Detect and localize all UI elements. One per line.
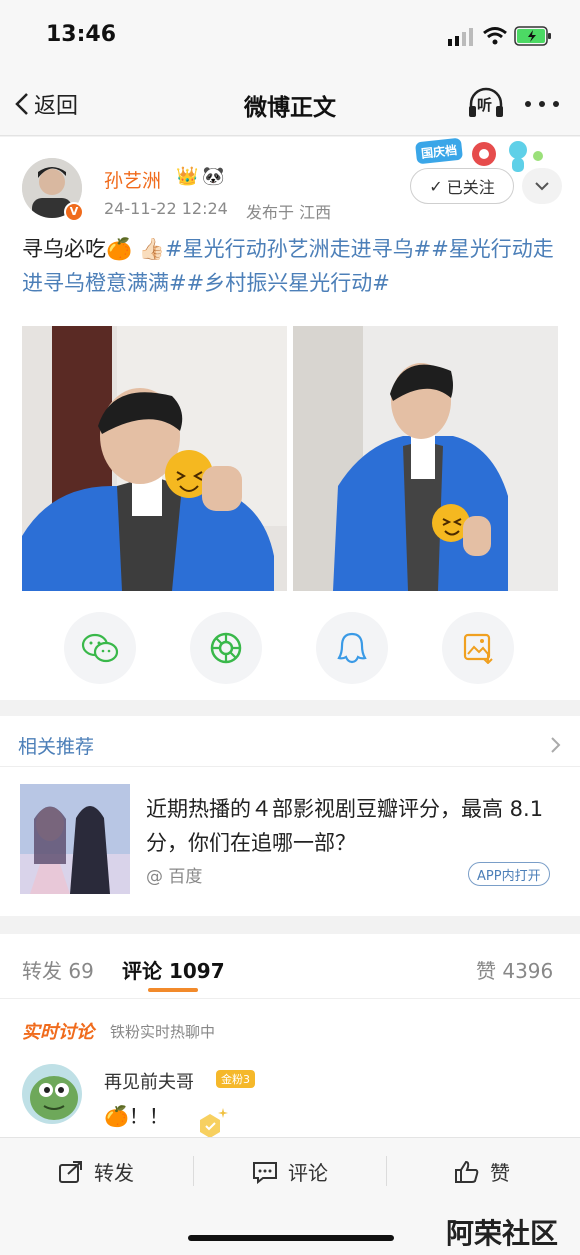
check-icon: ✓ — [429, 176, 443, 196]
like-button[interactable]: 赞 — [454, 1157, 510, 1186]
signal-icon — [448, 28, 473, 46]
divider — [386, 1156, 387, 1186]
verified-badge-icon: V — [64, 202, 84, 222]
post-text-plain: 寻乌必吃🍊 👍🏻 — [22, 237, 165, 261]
save-image-icon — [463, 633, 493, 664]
save-image-button[interactable] — [442, 612, 514, 684]
divider — [0, 766, 580, 767]
commenter-name[interactable]: 再见前夫哥 — [104, 1068, 194, 1094]
post-photo-2[interactable] — [293, 326, 558, 591]
tab-comments[interactable]: 评论 1097 — [122, 955, 225, 984]
post-text: 寻乌必吃🍊 👍🏻#星光行动孙艺洲走进寻乌##星光行动走进寻乌橙意满满##乡村振兴… — [22, 232, 562, 300]
nav-bar: 返回 微博正文 听 — [0, 72, 580, 136]
hashtag-link[interactable]: #星光行动孙艺洲走进寻乌# — [165, 237, 431, 261]
wechat-icon — [81, 633, 119, 663]
watermark: 阿荣社区 — [446, 1217, 559, 1250]
realtime-label: 实时讨论 — [22, 1022, 94, 1043]
more-icon[interactable] — [524, 100, 560, 108]
status-bar: 13:46 — [0, 0, 580, 72]
status-time: 13:46 — [46, 22, 117, 47]
listen-label: 听 — [477, 96, 493, 114]
comment-icon — [253, 1161, 277, 1184]
divider — [0, 998, 580, 999]
listen-button[interactable]: 听 — [466, 86, 506, 122]
share-moments-button[interactable] — [190, 612, 262, 684]
moments-icon — [210, 632, 242, 664]
qq-icon — [337, 632, 367, 664]
realtime-subtitle: 铁粉实时热聊中 — [110, 1023, 216, 1041]
crown-icon: 👑 — [176, 166, 199, 187]
author-name[interactable]: 孙艺洲 — [104, 166, 161, 193]
share-qq-button[interactable] — [316, 612, 388, 684]
comment-text: 🍊！！ — [104, 1104, 169, 1128]
follow-label: 已关注 — [446, 178, 495, 197]
related-title[interactable]: 近期热播的４部影视剧豆瓣评分，最高 8.1分，你们在追哪一部？ — [146, 792, 566, 860]
post-location: 发布于 江西 — [246, 203, 332, 222]
chevron-down-icon — [535, 182, 549, 191]
thumbs-up-icon — [455, 1160, 479, 1183]
tab-repost[interactable]: 转发 69 — [22, 955, 94, 984]
comment-label: 评论 — [288, 1161, 328, 1185]
more-options-button[interactable] — [522, 168, 562, 204]
repost-icon — [59, 1160, 82, 1183]
post-date: 24-11-22 12:24 — [104, 199, 228, 218]
battery-icon — [514, 26, 551, 46]
comment-button[interactable]: 评论 — [252, 1157, 328, 1186]
related-thumbnail[interactable] — [20, 784, 130, 894]
tab-likes[interactable]: 赞 4396 — [476, 955, 553, 984]
repost-label: 转发 — [94, 1161, 134, 1185]
home-indicator — [188, 1235, 394, 1241]
panda-icon: 🐼 — [202, 166, 225, 187]
related-source: @ 百度 — [146, 867, 203, 887]
related-header: 相关推荐 — [18, 736, 95, 758]
fan-badge: 金粉3 — [216, 1070, 255, 1088]
commenter-avatar[interactable] — [22, 1064, 82, 1124]
divider — [193, 1156, 194, 1186]
post-photo-1[interactable] — [22, 326, 287, 591]
share-wechat-button[interactable] — [64, 612, 136, 684]
active-tab-indicator — [148, 988, 198, 992]
hashtag-link[interactable]: #乡村振兴星光行动# — [187, 271, 390, 295]
repost-button[interactable]: 转发 — [58, 1157, 134, 1186]
open-in-app-button[interactable]: APP内打开 — [468, 862, 550, 886]
sparkle-badge-icon — [200, 1108, 228, 1138]
wifi-icon — [483, 27, 507, 45]
chevron-right-icon[interactable] — [550, 736, 562, 754]
like-label: 赞 — [490, 1161, 510, 1185]
follow-button[interactable]: ✓ 已关注 — [410, 168, 514, 204]
